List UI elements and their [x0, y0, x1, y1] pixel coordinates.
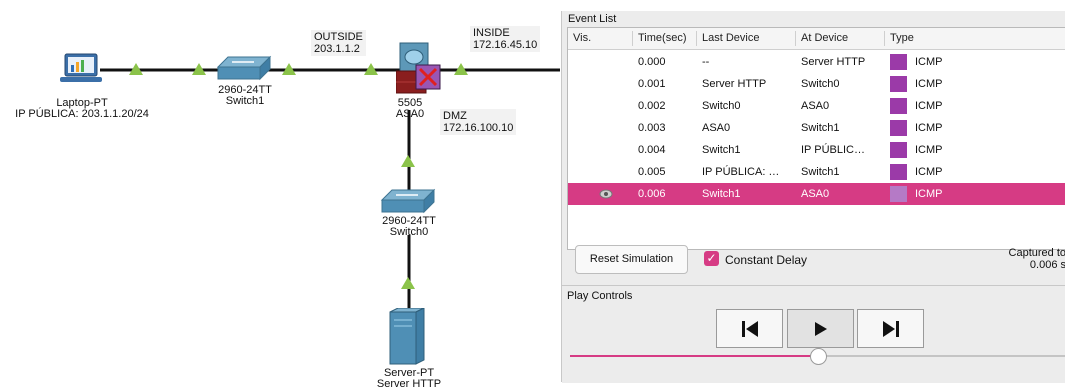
row-time: 0.002 — [638, 100, 666, 112]
row-time: 0.005 — [638, 166, 666, 178]
type-color-swatch — [890, 54, 907, 70]
row-time: 0.006 — [638, 188, 666, 200]
row-type: ICMP — [915, 100, 943, 112]
play-controls-title: Play Controls — [567, 290, 633, 302]
dmz-title: DMZ — [443, 110, 467, 122]
captured-to-value: 0.006 s — [1029, 259, 1065, 271]
outside-ip: 203.1.1.2 — [314, 43, 360, 55]
play-controls-panel: Play Controls — [562, 285, 1065, 383]
constant-delay-label: Constant Delay — [725, 253, 808, 267]
laptop-icon[interactable] — [60, 52, 102, 86]
laptop-ip: IP PÚBLICA: 203.1.1.20/24 — [15, 108, 149, 120]
eye-icon[interactable] — [599, 188, 613, 200]
event-list-title: Event List — [568, 13, 617, 25]
play-icon — [814, 321, 827, 336]
type-color-swatch — [890, 76, 907, 92]
dmz-label: DMZ 172.16.100.10 — [440, 109, 517, 135]
speed-slider-thumb[interactable] — [810, 348, 827, 365]
skip-forward-icon — [882, 320, 899, 337]
table-row[interactable]: 0.005 IP PÚBLICA: … Switch1 ICMP — [568, 161, 1065, 183]
col-type[interactable]: Type — [890, 32, 914, 44]
back-button[interactable] — [716, 309, 783, 348]
skip-back-icon — [741, 320, 758, 337]
row-type: ICMP — [915, 166, 943, 178]
row-time: 0.000 — [638, 56, 666, 68]
row-last-device: Switch1 — [702, 144, 741, 156]
inside-ip: 172.16.45.10 — [473, 39, 538, 51]
row-type: ICMP — [915, 144, 943, 156]
play-button[interactable] — [787, 309, 854, 348]
row-type: ICMP — [915, 78, 943, 90]
link-status-icon — [129, 63, 143, 75]
row-time: 0.004 — [638, 144, 666, 156]
row-type: ICMP — [915, 122, 943, 134]
col-time[interactable]: Time(sec) — [638, 32, 686, 44]
row-at-device: IP PÚBLIC… — [801, 144, 865, 156]
topology-canvas[interactable]: Laptop-PT IP PÚBLICA: 203.1.1.20/24 2960… — [0, 0, 560, 390]
switch-icon[interactable] — [216, 55, 272, 83]
link-status-icon — [364, 63, 378, 75]
outside-title: OUTSIDE — [314, 31, 363, 43]
type-color-swatch — [890, 186, 907, 202]
row-time: 0.003 — [638, 122, 666, 134]
dmz-ip: 172.16.100.10 — [443, 122, 514, 134]
outside-label: OUTSIDE 203.1.1.2 — [311, 30, 366, 56]
row-type: ICMP — [915, 56, 943, 68]
link-status-icon — [401, 155, 415, 167]
row-type: ICMP — [915, 188, 943, 200]
row-last-device: Switch0 — [702, 100, 741, 112]
table-row[interactable]: 0.003 ASA0 Switch1 ICMP — [568, 117, 1065, 139]
row-at-device: Server HTTP — [801, 56, 866, 68]
forward-button[interactable] — [857, 309, 924, 348]
type-color-swatch — [890, 142, 907, 158]
col-at-device[interactable]: At Device — [801, 32, 848, 44]
row-at-device: Switch1 — [801, 122, 840, 134]
type-color-swatch — [890, 98, 907, 114]
inside-label: INSIDE 172.16.45.10 — [470, 26, 541, 52]
table-row[interactable]: 0.001 Server HTTP Switch0 ICMP — [568, 73, 1065, 95]
row-at-device: Switch1 — [801, 166, 840, 178]
link-status-icon — [401, 277, 415, 289]
table-row-selected[interactable]: 0.006 Switch1 ASA0 ICMP — [568, 183, 1065, 205]
row-time: 0.001 — [638, 78, 666, 90]
simulation-panel: Event List Vis. Time(sec) Last Device At… — [561, 11, 1065, 383]
reset-simulation-button[interactable]: Reset Simulation — [575, 245, 688, 274]
row-at-device: ASA0 — [801, 188, 830, 200]
switch-icon[interactable] — [380, 188, 436, 216]
captured-to-label: Captured to — [1008, 247, 1065, 259]
link-status-icon — [282, 63, 296, 75]
event-list-header: Vis. Time(sec) Last Device At Device Typ… — [568, 28, 1065, 50]
link-status-icon — [454, 63, 468, 75]
event-list-table[interactable]: Vis. Time(sec) Last Device At Device Typ… — [567, 27, 1065, 250]
firewall-icon[interactable] — [396, 41, 446, 97]
table-row[interactable]: 0.000 -- Server HTTP ICMP — [568, 51, 1065, 73]
row-last-device: Server HTTP — [702, 78, 767, 90]
switch1-name: Switch1 — [225, 95, 265, 107]
row-last-device: -- — [702, 56, 710, 68]
link-status-icon — [192, 63, 206, 75]
type-color-swatch — [890, 164, 907, 180]
inside-title: INSIDE — [473, 27, 510, 39]
switch0-name: Switch0 — [389, 226, 429, 238]
constant-delay-checkbox[interactable]: ✓ — [704, 251, 719, 266]
type-color-swatch — [890, 120, 907, 136]
col-last-device[interactable]: Last Device — [702, 32, 759, 44]
server-icon[interactable] — [388, 308, 428, 366]
row-last-device: ASA0 — [702, 122, 731, 134]
speed-slider-fill — [570, 355, 818, 357]
table-row[interactable]: 0.002 Switch0 ASA0 ICMP — [568, 95, 1065, 117]
server-name: Server HTTP — [376, 378, 442, 390]
asa-name: ASA0 — [395, 108, 425, 120]
table-row[interactable]: 0.004 Switch1 IP PÚBLIC… ICMP — [568, 139, 1065, 161]
col-vis[interactable]: Vis. — [573, 32, 591, 44]
row-at-device: ASA0 — [801, 100, 830, 112]
row-last-device: IP PÚBLICA: … — [702, 166, 780, 178]
row-last-device: Switch1 — [702, 188, 741, 200]
row-at-device: Switch0 — [801, 78, 840, 90]
